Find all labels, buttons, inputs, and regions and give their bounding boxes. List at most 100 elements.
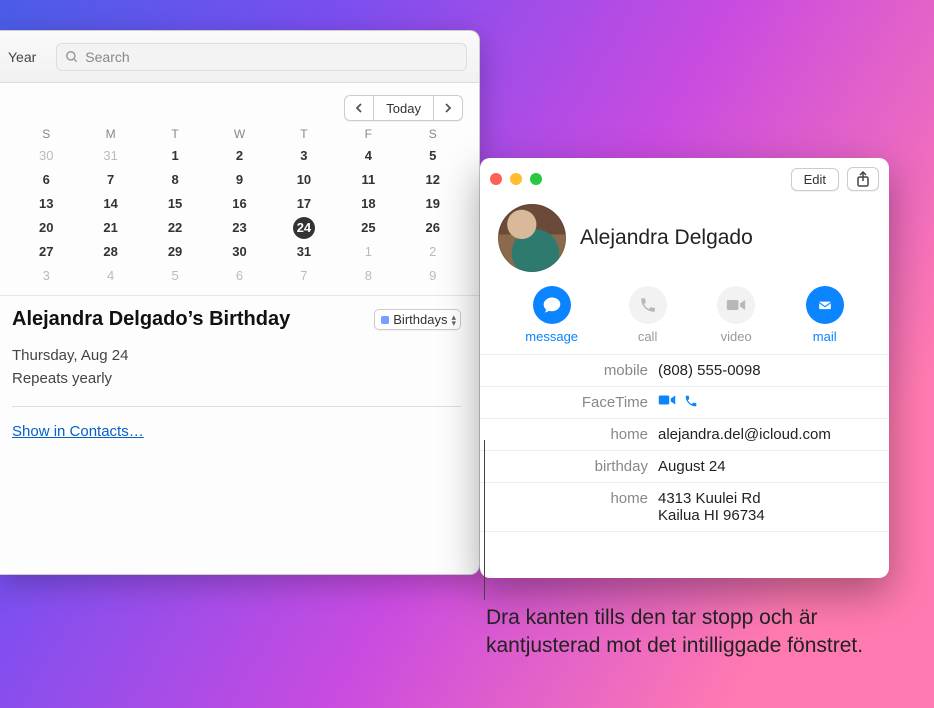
mobile-value[interactable]: (808) 555-0098 [658,362,871,379]
calendar-day[interactable]: 24 [272,217,336,239]
calendar-day[interactable]: 6 [207,265,271,287]
mini-calendar: Today SMTWTFS303112345678910111213141516… [0,83,479,295]
contact-header: Alejandra Delgado [480,200,889,282]
calendar-day[interactable]: 21 [78,217,142,239]
calendar-day[interactable]: 28 [78,241,142,263]
message-action[interactable]: message [525,286,578,344]
year-view-label: Year [8,49,36,65]
calendar-day[interactable]: 7 [272,265,336,287]
zoom-button[interactable] [530,173,542,185]
weekday-head: M [78,127,142,143]
calendar-day[interactable]: 11 [336,169,400,191]
calendar-day[interactable]: 30 [207,241,271,263]
mail-icon [815,295,835,315]
calendar-day[interactable]: 19 [401,193,465,215]
weekday-head: W [207,127,271,143]
calendar-day[interactable]: 25 [336,217,400,239]
next-button[interactable] [434,96,462,120]
call-action[interactable]: call [629,286,667,344]
updown-chevron-icon: ▴▾ [451,314,456,326]
share-button[interactable] [847,167,879,191]
facetime-row: FaceTime [480,387,889,419]
search-input[interactable]: Search [56,43,467,71]
calendar-day[interactable]: 8 [336,265,400,287]
calendar-day[interactable]: 29 [143,241,207,263]
home-email-key: home [498,426,648,443]
calendar-day[interactable]: 8 [143,169,207,191]
calendar-day[interactable]: 3 [272,145,336,167]
mobile-key: mobile [498,362,648,379]
close-button[interactable] [490,173,502,185]
callout-leader-line [484,440,485,600]
calendar-day[interactable]: 27 [14,241,78,263]
calendar-day[interactable]: 2 [207,145,271,167]
home-address-line1: 4313 Kuulei Rd [658,490,871,507]
calendar-day[interactable]: 9 [401,265,465,287]
today-label: Today [386,101,421,116]
calendar-day[interactable]: 20 [14,217,78,239]
today-button[interactable]: Today [373,96,434,120]
video-action[interactable]: video [717,286,755,344]
birthday-key: birthday [498,458,648,475]
calendar-day[interactable]: 15 [143,193,207,215]
chevron-right-icon [444,103,452,113]
calendar-day[interactable]: 1 [143,145,207,167]
calendar-day[interactable]: 6 [14,169,78,191]
calendar-day[interactable]: 12 [401,169,465,191]
video-label: video [721,329,752,344]
chevron-left-icon [355,103,363,113]
facetime-audio-button[interactable] [684,394,698,408]
event-title: Alejandra Delgado’s Birthday [12,308,366,331]
edit-button[interactable]: Edit [791,168,839,191]
calendar-day[interactable]: 26 [401,217,465,239]
calendar-day[interactable]: 13 [14,193,78,215]
calendar-day[interactable]: 5 [401,145,465,167]
calendar-window: Year Search Today SMTWTFS303112345678910… [0,30,480,575]
home-address-key: home [498,490,648,507]
calendar-tag-select[interactable]: Birthdays ▴▾ [374,309,461,330]
calendar-day[interactable]: 14 [78,193,142,215]
facetime-video-button[interactable] [658,394,676,408]
calendar-day[interactable]: 30 [14,145,78,167]
avatar[interactable] [498,204,566,272]
contact-details: mobile (808) 555-0098 FaceTime home alej… [480,354,889,532]
message-icon [542,295,562,315]
message-label: message [525,329,578,344]
calendar-day[interactable]: 5 [143,265,207,287]
calendar-day[interactable]: 2 [401,241,465,263]
edit-label: Edit [804,172,826,187]
weekday-head: T [272,127,336,143]
share-icon [856,171,870,187]
calendar-day[interactable]: 10 [272,169,336,191]
calendar-day[interactable]: 22 [143,217,207,239]
calendar-day[interactable]: 18 [336,193,400,215]
calendar-day[interactable]: 7 [78,169,142,191]
home-address-value[interactable]: 4313 Kuulei Rd Kailua HI 96734 [658,490,871,524]
calendar-day[interactable]: 31 [78,145,142,167]
search-placeholder: Search [85,49,129,65]
calendar-day[interactable]: 31 [272,241,336,263]
home-email-value[interactable]: alejandra.del@icloud.com [658,426,871,443]
facetime-key: FaceTime [498,394,648,411]
calendar-day[interactable]: 17 [272,193,336,215]
calendar-day[interactable]: 23 [207,217,271,239]
show-in-contacts-link[interactable]: Show in Contacts… [12,423,144,440]
calendar-day[interactable]: 16 [207,193,271,215]
calendar-day[interactable]: 4 [336,145,400,167]
calendar-tag-color-icon [381,316,389,324]
event-panel: Alejandra Delgado’s Birthday Birthdays ▴… [0,295,479,574]
calendar-day[interactable]: 4 [78,265,142,287]
contact-actions: message call video mail [480,282,889,354]
calendar-day[interactable]: 1 [336,241,400,263]
mobile-row: mobile (808) 555-0098 [480,355,889,387]
calendar-day[interactable]: 9 [207,169,271,191]
mail-action[interactable]: mail [806,286,844,344]
calendar-nav-segment: Today [344,95,463,121]
call-label: call [638,329,658,344]
prev-button[interactable] [345,96,373,120]
contact-name: Alejandra Delgado [580,226,753,250]
year-view-button[interactable]: Year [0,43,46,71]
calendar-day[interactable]: 3 [14,265,78,287]
minimize-button[interactable] [510,173,522,185]
video-icon [726,298,746,312]
